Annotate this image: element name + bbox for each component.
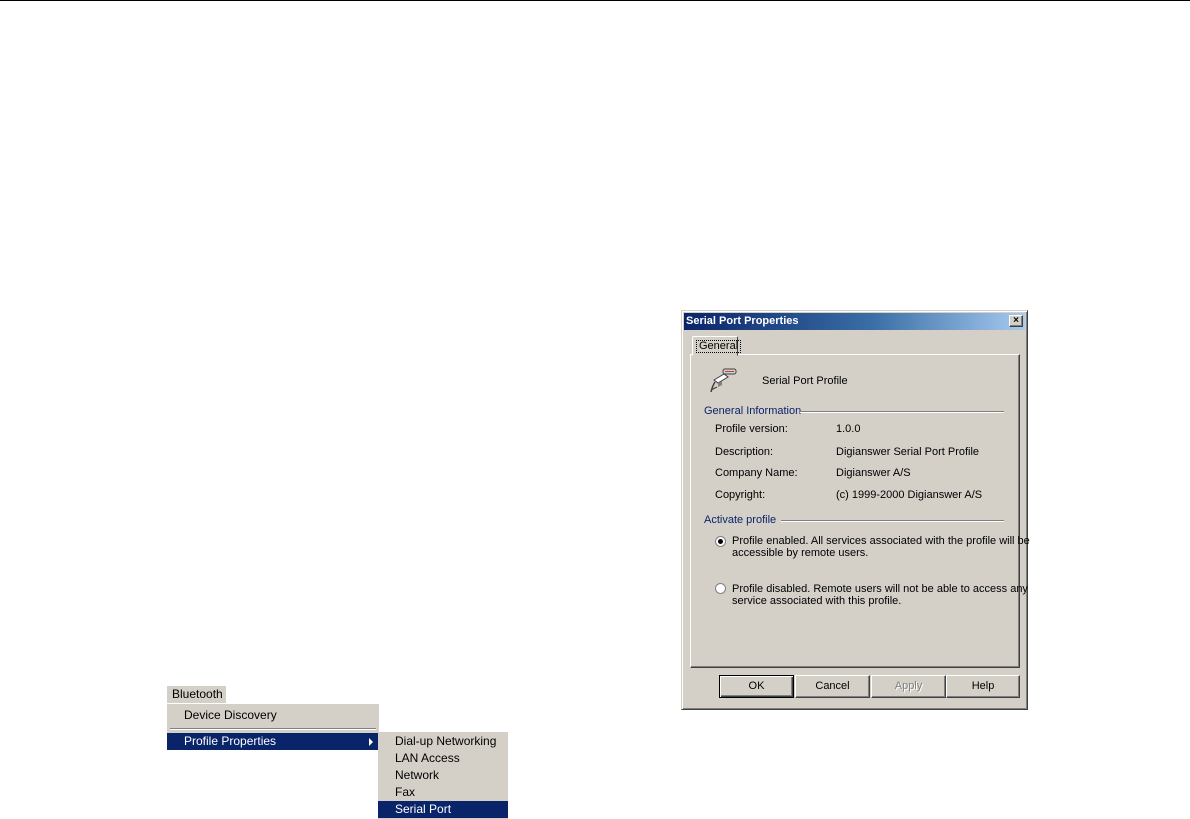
description-value: Digianswer Serial Port Profile [836,446,980,458]
copyright-label: Copyright: [715,489,766,501]
group-line-general-info [800,411,1004,413]
tab-general[interactable]: General [692,336,742,356]
menu-item-device-discovery[interactable]: Device Discovery [167,707,379,724]
profile-name: Serial Port Profile [762,375,848,387]
profile-disabled-text[interactable]: Profile disabled. Remote users will not … [732,583,1032,607]
help-button[interactable]: Help [946,675,1020,698]
profile-properties-submenu: Dial-up Networking LAN Access Network Fa… [378,732,508,819]
radio-profile-enabled[interactable] [715,536,726,547]
group-line-activate-profile [781,520,1004,522]
profile-version-label: Profile version: [715,423,788,435]
dialog-titlebar[interactable]: Serial Port Properties × [684,313,1025,330]
company-name-label: Company Name: [715,467,798,479]
tab-general-label: General [696,340,742,353]
serial-port-icon [710,368,737,393]
submenu-item-fax[interactable]: Fax [378,784,508,801]
submenu-item-serial-port[interactable]: Serial Port [378,801,508,818]
top-rule [0,0,1190,1]
company-name-value: Digianswer A/S [836,467,911,479]
menu-item-profile-properties-label: Profile Properties [184,734,277,748]
group-title-general-info: General Information [704,405,802,417]
submenu-arrow-icon [369,738,373,746]
tab-panel-general [690,354,1020,668]
copyright-value: (c) 1999-2000 Digianswer A/S [836,489,983,501]
profile-enabled-text[interactable]: Profile enabled. All services associated… [732,535,1032,559]
submenu-item-dial-up-networking[interactable]: Dial-up Networking [378,733,508,750]
bluetooth-menu: Device Discovery Profile Properties [167,704,379,750]
ok-button[interactable]: OK [719,675,794,698]
close-icon[interactable]: × [1009,315,1023,327]
submenu-item-network[interactable]: Network [378,767,508,784]
group-title-activate-profile: Activate profile [704,514,777,526]
menu-item-profile-properties[interactable]: Profile Properties [167,733,379,750]
radio-profile-disabled[interactable] [715,583,726,594]
cancel-button[interactable]: Cancel [795,675,870,698]
submenu-item-lan-access[interactable]: LAN Access [378,750,508,767]
description-label: Description: [715,446,774,458]
dialog-title: Serial Port Properties [686,315,799,327]
profile-version-value: 1.0.0 [836,423,861,435]
menubar-bluetooth[interactable]: Bluetooth [167,686,226,703]
apply-button[interactable]: Apply [871,675,946,698]
menu-separator [170,728,376,730]
